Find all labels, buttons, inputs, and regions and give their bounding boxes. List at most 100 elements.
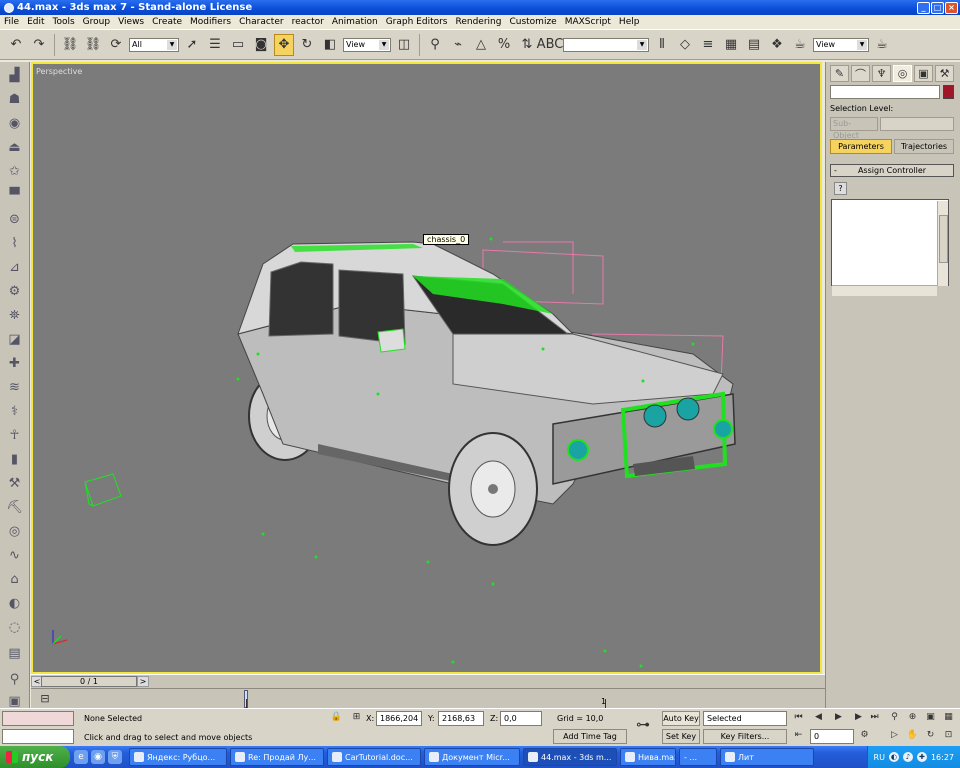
play-icon[interactable]: ▶ [832,711,845,724]
language-indicator[interactable]: RU [874,753,885,762]
object-name-field[interactable] [830,85,940,99]
undo-icon[interactable]: ↶ [6,34,26,56]
space-warp-icon[interactable]: ≋ [5,378,24,397]
key-filters-button[interactable]: Key Filters... [703,729,787,744]
z-coordinate-field[interactable]: 0,0 [500,711,542,726]
go-to-end-icon[interactable]: ⏭ [868,711,881,724]
light-icon[interactable]: ⛯ [5,306,24,325]
edit-named-selection-icon[interactable]: ABC [537,34,564,56]
lathe-icon[interactable]: ⊿ [5,258,24,277]
minimize-button[interactable]: _ [917,1,930,14]
redo-icon[interactable]: ↷ [29,34,49,56]
helper-icon[interactable]: ✚ [5,354,24,373]
select-by-name-icon[interactable]: ☰ [205,34,225,56]
menu-create[interactable]: Create [152,17,182,27]
menu-rendering[interactable]: Rendering [456,17,502,27]
sub-object-button[interactable]: Sub-Object [830,117,878,140]
cylinder-icon[interactable]: ⊜ [5,210,24,229]
menu-animation[interactable]: Animation [332,17,378,27]
schematic-view-icon[interactable]: ▤ [744,34,764,56]
set-key-icon[interactable]: ⊶ [636,718,650,732]
selection-filter-dropdown[interactable]: All [129,37,179,52]
perspective-viewport[interactable]: Perspective chassis_0 [31,62,822,674]
auto-key-button[interactable]: Auto Key [662,711,700,726]
track-bar[interactable]: 1 [31,688,825,709]
parameters-tab[interactable]: Parameters [830,139,892,154]
sphere-icon[interactable]: ◉ [5,114,24,133]
camera-icon[interactable]: ◪ [5,330,24,349]
modifier-icon[interactable]: ▮ [5,450,24,469]
rollout-collapse-icon[interactable]: - [834,165,837,176]
task-3dsmax-44[interactable]: 44.max - 3ds m... [523,748,617,766]
maximize-button[interactable]: □ [931,1,944,14]
curve-editor-icon[interactable]: ▦ [721,34,741,56]
target-icon[interactable]: ◎ [5,522,24,541]
task-niva-max[interactable]: Нива.max [620,748,676,766]
material-icon[interactable]: ⌂ [5,570,24,589]
window-crossing-icon[interactable]: ◙ [251,34,271,56]
arc-rotate-icon[interactable]: ↻ [924,729,937,742]
menu-edit[interactable]: Edit [27,17,44,27]
pivot-center-icon[interactable]: ◫ [394,34,414,56]
named-selection-dropdown[interactable] [563,37,649,52]
volume-icon[interactable]: ♪ [902,752,913,762]
x-coordinate-field[interactable]: 1866,204 [376,711,422,726]
cone-icon[interactable]: ⏏ [5,138,24,157]
ie-icon[interactable]: e [74,750,88,764]
gear-icon[interactable]: ⚙ [5,282,24,301]
standard-primitives-icon[interactable]: ☗ [5,90,24,109]
motion-tab-icon[interactable]: ◎ [893,65,912,82]
link-icon[interactable]: ⛓ [60,34,80,56]
bones-icon[interactable]: ⚕ [5,402,24,421]
mirror-icon[interactable]: ⫴ [652,34,672,56]
zoom-all-icon[interactable]: ⊕ [906,711,919,724]
modify-tab-icon[interactable]: ⌒ [851,65,870,82]
star-shape-icon[interactable]: ✩ [5,162,24,181]
task-forum[interactable]: Re: Продай Лу... [230,748,324,766]
select-move-icon[interactable]: ✥ [274,33,294,56]
angle-snap-icon[interactable]: △ [471,34,491,56]
previous-frame-icon[interactable]: ◀ [812,711,825,724]
menu-group[interactable]: Group [83,17,110,27]
time-slider[interactable]: < 0 / 1 > [31,674,825,688]
tube-icon[interactable]: ⌇ [5,234,24,253]
select-object-icon[interactable]: ➚ [182,34,202,56]
antivirus-icon[interactable]: ✚ [916,752,927,762]
rect-selection-icon[interactable]: ▭ [228,34,248,56]
key-mode-dropdown[interactable]: Selected [703,711,787,726]
environment-icon[interactable]: ◌ [5,618,24,637]
key-mode-toggle-icon[interactable]: ⇤ [792,729,805,742]
manipulate-icon[interactable]: ⚲ [425,34,445,56]
render-scene-icon[interactable]: ☕ [790,34,810,56]
zoom-icon[interactable]: ⚲ [5,670,24,689]
controller-tree-list[interactable] [831,199,949,296]
percent-snap-icon[interactable]: % [494,34,514,56]
network-icon[interactable]: ◐ [888,752,899,762]
assign-controller-rollout[interactable]: - Assign Controller [830,164,954,177]
sheet-icon[interactable]: ▤ [5,644,24,663]
task-word-document[interactable]: Документ Micr... [424,748,520,766]
menu-maxscript[interactable]: MAXScript [565,17,611,27]
wrench-icon[interactable]: ⚒ [5,474,24,493]
close-button[interactable]: × [945,1,958,14]
create-tab-icon[interactable]: ✎ [830,65,849,82]
box-icon[interactable]: ▀ [5,186,24,205]
horizontal-scrollbar[interactable] [832,285,937,296]
zoom-extents-icon[interactable]: ▣ [924,711,937,724]
sub-object-dropdown[interactable] [880,117,954,131]
start-button[interactable]: пуск [0,746,70,768]
pan-icon[interactable]: ✋ [906,729,919,742]
align-icon[interactable]: ◇ [675,34,695,56]
menu-customize[interactable]: Customize [509,17,556,27]
menu-file[interactable]: File [4,17,19,27]
ref-coord-dropdown[interactable]: View [343,37,391,52]
menu-help[interactable]: Help [619,17,640,27]
task-untitled[interactable]: - ... [679,748,717,766]
field-of-view-icon[interactable]: ▷ [888,729,901,742]
zoom-icon[interactable]: ⚲ [888,711,901,724]
y-coordinate-field[interactable]: 2168,63 [438,711,484,726]
bind-space-warp-icon[interactable]: ⟳ [106,34,126,56]
maxscript-mini-listener[interactable] [2,729,74,744]
menu-views[interactable]: Views [118,17,144,27]
hierarchy-tab-icon[interactable]: ♆ [872,65,891,82]
